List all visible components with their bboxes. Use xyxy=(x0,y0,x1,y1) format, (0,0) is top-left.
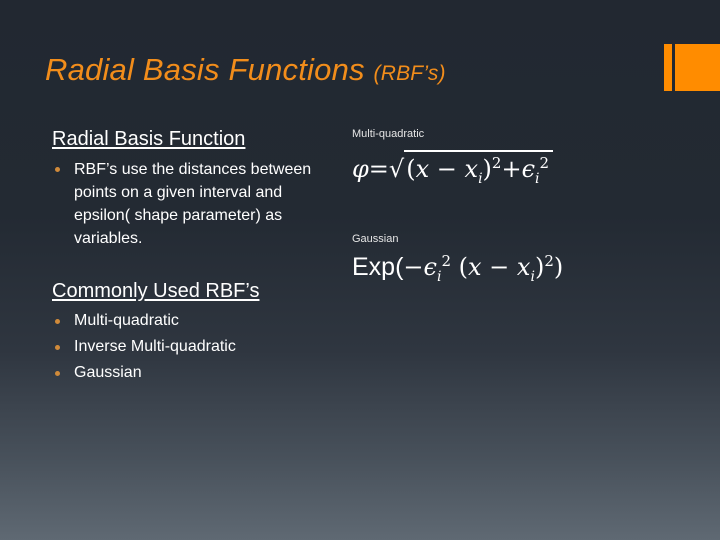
list-item-text: Gaussian xyxy=(74,364,142,381)
list-item: RBF’s use the distances between points o… xyxy=(52,158,312,250)
formula-label-multiquadratic: Multi-quadratic xyxy=(352,128,425,140)
list-item: Multi-quadratic xyxy=(52,308,236,334)
exp-function: Exp( xyxy=(352,253,404,281)
bullet-icon xyxy=(55,319,60,324)
formula-lhs: φ= xyxy=(352,155,389,183)
slide-title-main: Radial Basis Functions xyxy=(45,52,365,87)
list-item: Gaussian xyxy=(52,360,236,386)
common-rbfs-list: Multi-quadratic Inverse Multi-quadratic … xyxy=(52,308,236,386)
radicand: (x − xi)2+ϵi2 xyxy=(404,150,554,187)
list-item: Inverse Multi-quadratic xyxy=(52,334,236,360)
bullet-icon xyxy=(55,345,60,350)
list-item-text: Multi-quadratic xyxy=(74,312,179,329)
bullet-icon xyxy=(55,167,60,172)
formula-gaussian: Exp(−ϵi2 (x − xi)2) xyxy=(352,252,564,285)
formula-multiquadratic: φ=√(x − xi)2+ϵi2 xyxy=(352,150,554,187)
accent-bar-thick xyxy=(675,44,720,91)
bullet-icon xyxy=(55,371,60,376)
list-item-text: RBF’s use the distances between points o… xyxy=(74,161,312,247)
accent-bar-thin xyxy=(664,44,672,91)
section-heading-common-rbfs: Commonly Used RBF’s xyxy=(52,280,260,302)
list-item-text: Inverse Multi-quadratic xyxy=(74,338,236,355)
sqrt-icon: √ xyxy=(388,155,405,183)
slide-title: Radial Basis Functions (RBF’s) xyxy=(45,52,446,88)
rbf-description-list: RBF’s use the distances between points o… xyxy=(52,158,312,250)
slide-title-suffix: (RBF’s) xyxy=(373,62,446,85)
section-heading-rbf: Radial Basis Function xyxy=(52,128,246,150)
formula-label-gaussian: Gaussian xyxy=(352,233,399,245)
